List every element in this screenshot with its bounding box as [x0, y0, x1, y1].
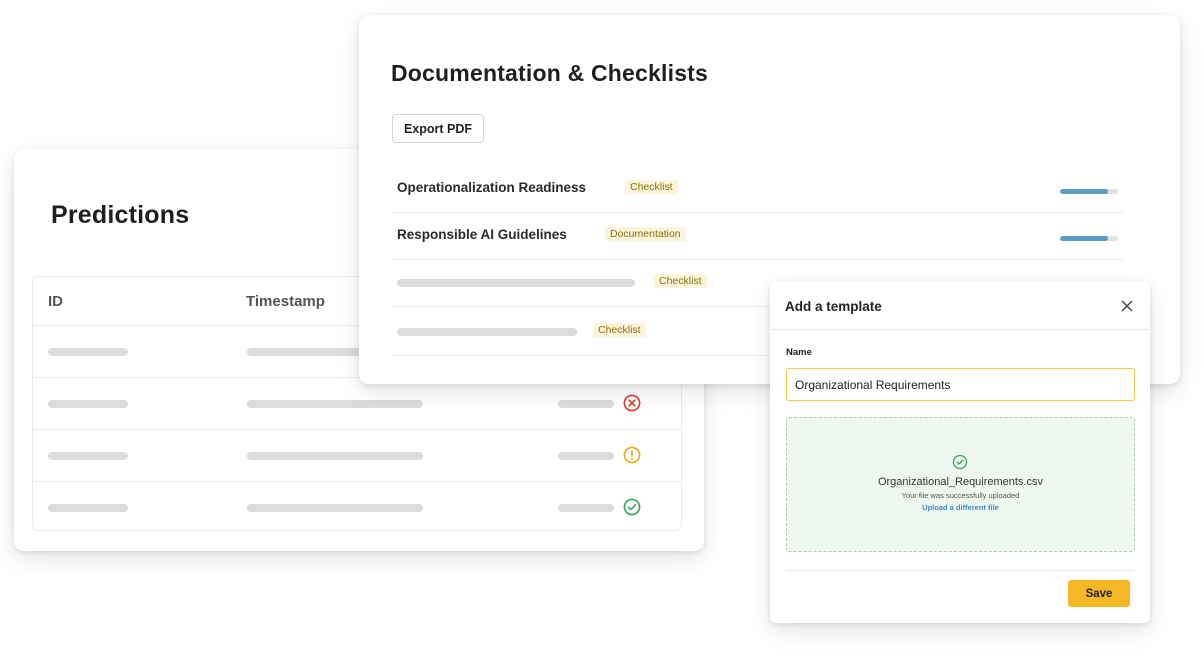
upload-success-message: Your file was successfully uploaded: [901, 491, 1020, 500]
doc-item-label: Responsible AI Guidelines: [397, 227, 567, 242]
doc-item-tag: Documentation: [605, 227, 686, 241]
placeholder-bar: [48, 400, 128, 408]
placeholder-bar: [397, 328, 577, 336]
save-button[interactable]: Save: [1068, 580, 1130, 607]
uploaded-file-name: Organizational_Requirements.csv: [877, 476, 1044, 488]
documentation-title: Documentation & Checklists: [391, 60, 709, 86]
name-input[interactable]: [786, 368, 1135, 401]
upload-different-file-link[interactable]: Upload a different file: [787, 503, 1134, 512]
placeholder-bar: [558, 452, 614, 460]
placeholder-bar: [247, 400, 423, 408]
check-circle-icon: [623, 498, 641, 516]
placeholder-bar: [247, 504, 423, 512]
doc-item-tag: Checklist: [625, 180, 678, 194]
doc-list-item[interactable]: Responsible AI Guidelines Documentation: [392, 212, 1123, 260]
close-button[interactable]: [1119, 298, 1135, 314]
file-dropzone[interactable]: Organizational_Requirements.csv Your fil…: [786, 417, 1135, 552]
doc-item-label: Operationalization Readiness: [397, 180, 587, 195]
table-row[interactable]: [33, 378, 681, 430]
column-header-id[interactable]: ID: [48, 293, 63, 310]
table-row[interactable]: [33, 482, 681, 530]
doc-item-tag: Checklist: [654, 274, 707, 288]
doc-item-tag: Checklist: [593, 323, 646, 337]
name-field-label: Name: [786, 347, 812, 358]
divider: [770, 329, 1150, 330]
divider: [786, 570, 1134, 571]
modal-title: Add a template: [785, 299, 882, 314]
placeholder-bar: [48, 452, 128, 460]
warning-circle-icon: [623, 446, 641, 464]
error-circle-icon: [623, 394, 641, 412]
check-circle-icon: [952, 454, 968, 470]
progress-fill: [1060, 189, 1109, 194]
placeholder-bar: [247, 452, 423, 460]
placeholder-bar: [397, 279, 635, 287]
doc-item-progress: [1060, 189, 1118, 194]
placeholder-bar: [48, 348, 128, 356]
add-template-modal: Add a template Name Organizational_Requi…: [770, 281, 1150, 623]
placeholder-bar: [558, 400, 614, 408]
table-row[interactable]: [33, 430, 681, 482]
stage: Predictions ID Timestamp Documentation &…: [0, 0, 1201, 649]
placeholder-bar: [558, 504, 614, 512]
close-icon: [1121, 300, 1133, 312]
predictions-title: Predictions: [51, 201, 190, 229]
export-pdf-button[interactable]: Export PDF: [392, 114, 484, 143]
doc-item-progress: [1060, 236, 1118, 241]
doc-list-item[interactable]: Operationalization Readiness Checklist: [392, 165, 1123, 213]
progress-fill: [1060, 236, 1109, 241]
placeholder-bar: [48, 504, 128, 512]
column-header-timestamp[interactable]: Timestamp: [246, 293, 325, 310]
